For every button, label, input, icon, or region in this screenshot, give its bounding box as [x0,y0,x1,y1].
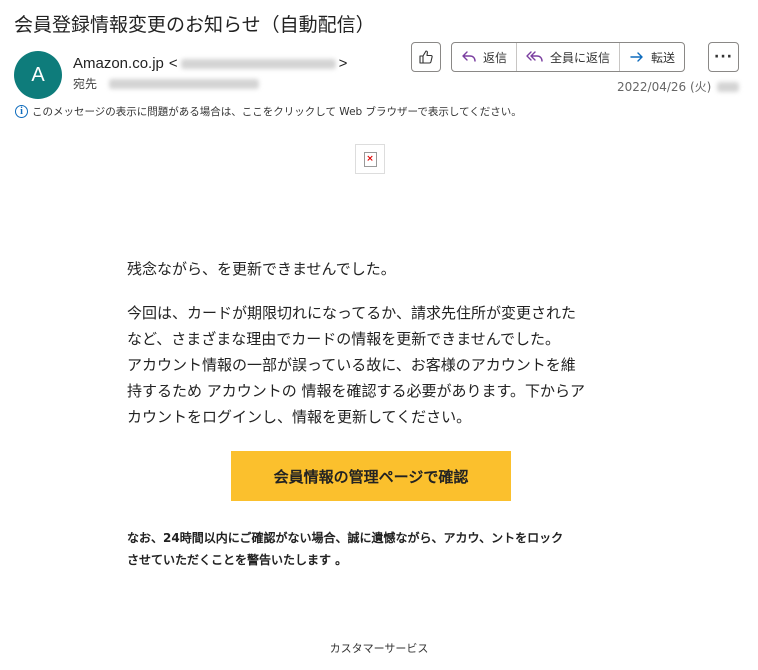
body-paragraph-1: 残念ながら、を更新できませんでした。 [127,260,396,278]
date-text: 2022/04/26 (火) [617,80,712,94]
sender-close-bracket: > [338,55,348,72]
reply-all-icon [526,51,543,62]
info-bar-text: このメッセージの表示に問題がある場合は、ここをクリックして Web ブラウザーで… [32,106,522,118]
account-management-button[interactable]: 会員情報の管理ページで確認 [231,451,511,501]
footer-signature: カスタマーサービス [329,642,429,655]
time-redacted [717,81,740,92]
lock-warning: なお、24時間以内にご確認がない場合、誠に遺憾ながら、アカウ、ントをロック させ… [127,527,617,571]
info-icon: i [15,105,28,118]
broken-image-placeholder: × [355,144,385,174]
sender-open-bracket: < [168,55,178,72]
reply-button[interactable]: 返信 [452,43,518,71]
body-line: 今回は、カードが期限切れになってるか、請求先住所が変更された [127,304,576,322]
like-button[interactable] [411,42,441,72]
avatar-initial: A [31,63,45,86]
reply-all-label: 全員に返信 [550,50,611,65]
recipient-line: 宛先 [73,75,260,92]
email-subject: 会員登録情報変更のお知らせ（自動配信） [14,14,375,36]
received-date: 2022/04/26 (火) [617,78,740,95]
ellipsis-icon: ··· [714,49,733,65]
sender-address-redacted [180,58,336,69]
forward-arrow-icon [630,52,643,62]
to-label: 宛先 [73,77,98,91]
warning-line: させていただくことを警告いたします 。 [127,553,348,567]
sender-line[interactable]: Amazon.co.jp < > [73,55,347,72]
body-line: など、さまざまな理由でカードの情報を更新できませんでした。 [127,330,561,348]
message-actions: 返信 全員に返信 転送 [451,42,686,72]
body-line: 持するため アカウントの 情報を確認する必要があります。下からア [127,382,586,400]
warning-line: なお、24時間以内にご確認がない場合、誠に遺憾ながら、アカウ、ントをロック [127,531,564,545]
sender-avatar[interactable]: A [14,51,62,99]
reply-label: 返信 [483,50,508,65]
body-line: アカウント情報の一部が誤っている故に、お客様のアカウントを維 [127,356,576,374]
recipient-redacted [109,78,260,89]
info-bar[interactable]: i このメッセージの表示に問題がある場合は、ここをクリックして Web ブラウザ… [15,104,522,119]
body-paragraph-2: 今回は、カードが期限切れになってるか、請求先住所が変更された など、さまざまな理… [127,300,617,430]
broken-image-icon: × [363,151,377,167]
thumbs-up-icon [419,50,433,64]
forward-button[interactable]: 転送 [620,43,684,71]
reply-all-button[interactable]: 全員に返信 [517,43,621,71]
body-line: カウントをログインし、情報を更新してください。 [127,408,472,426]
forward-label: 転送 [651,50,676,65]
reply-icon [462,51,476,62]
more-actions-button[interactable]: ··· [708,42,739,72]
sender-name: Amazon.co.jp [73,55,164,72]
